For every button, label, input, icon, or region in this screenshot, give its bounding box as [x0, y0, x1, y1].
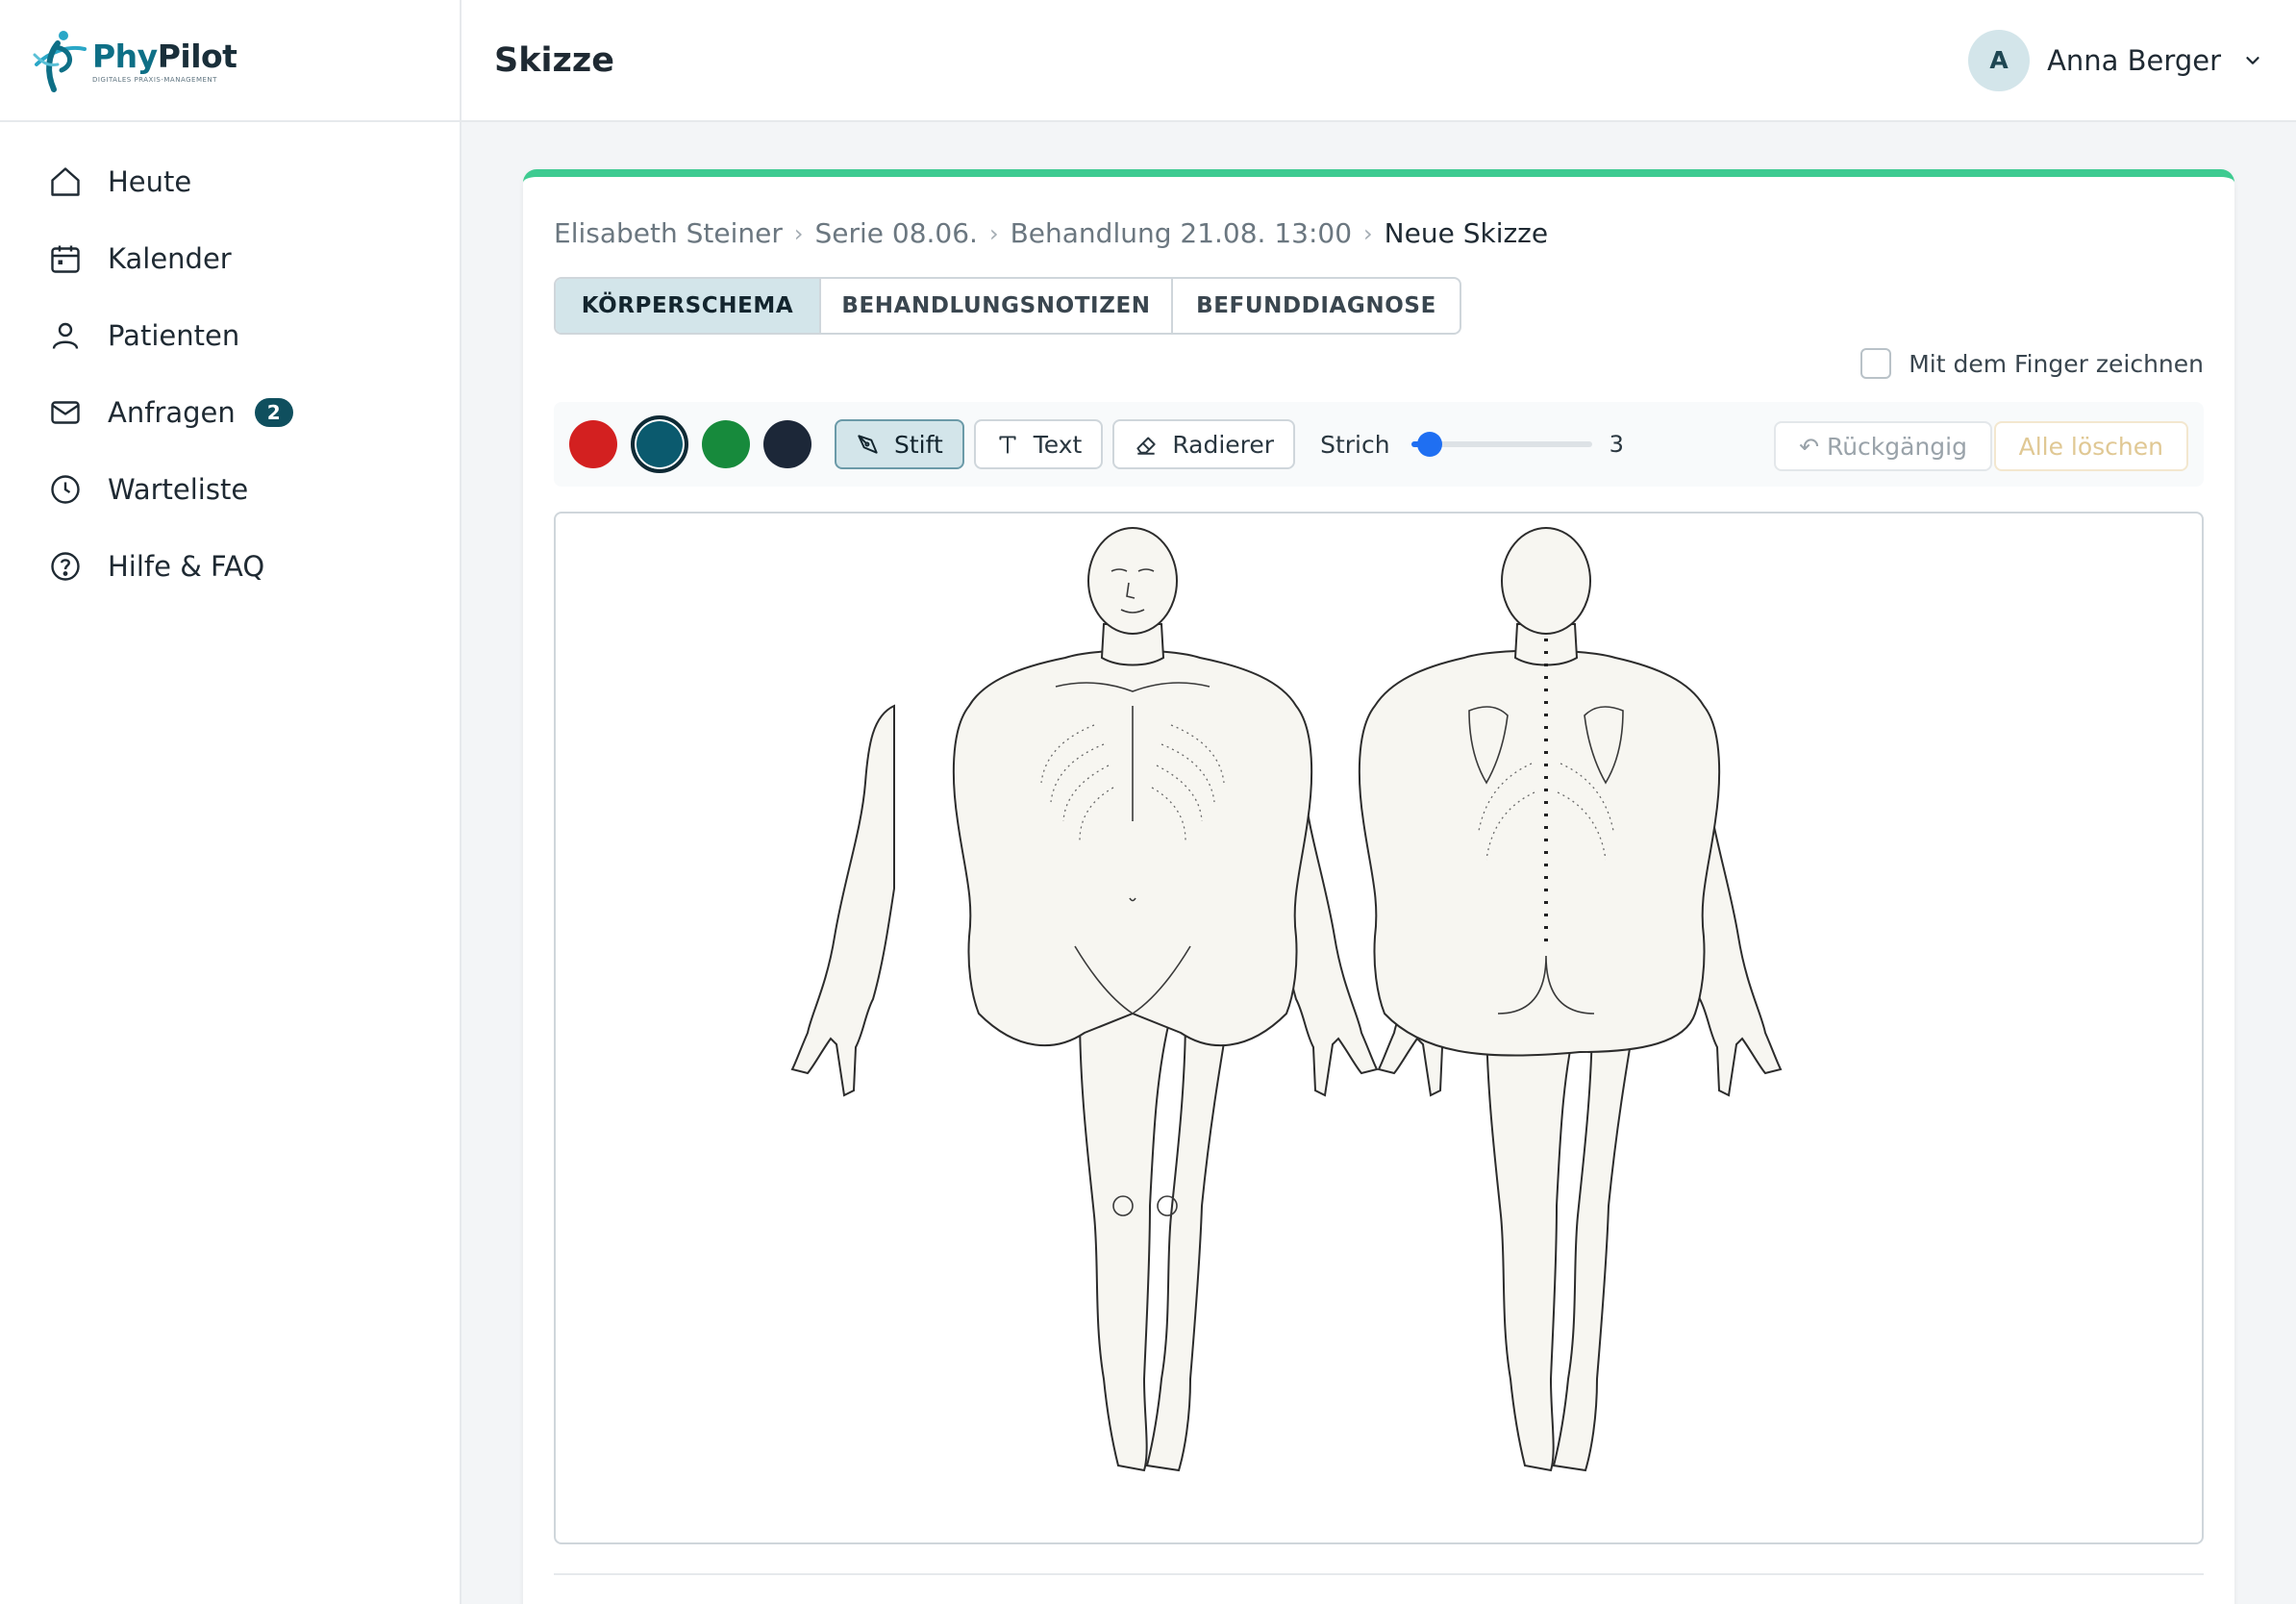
eraser-icon — [1136, 437, 1156, 455]
tab-behandlungsnotizen[interactable]: BEHANDLUNGSNOTIZEN — [821, 279, 1173, 333]
drawing-toolbar: Stift Text Radierer Strich 3 ↶ Rückgängi… — [554, 402, 2204, 487]
sidebar-item-warteliste[interactable]: Warteliste — [0, 451, 460, 528]
brand-tagline: DIGITALES PRAXIS-MANAGEMENT — [92, 75, 217, 84]
mail-icon — [46, 393, 85, 432]
pen-tool-button[interactable]: Stift — [835, 419, 964, 469]
sidebar-item-label: Anfragen — [108, 396, 236, 429]
breadcrumb-separator: › — [1363, 219, 1373, 247]
card-divider — [554, 1573, 2204, 1575]
sidebar-item-label: Patienten — [108, 319, 240, 352]
top-bar: Skizze A Anna Berger — [462, 0, 2296, 122]
unread-count-badge: 2 — [254, 398, 293, 427]
finger-draw-toggle[interactable]: Mit dem Finger zeichnen — [1860, 348, 2204, 379]
sidebar-item-kalender[interactable]: Kalender — [0, 220, 460, 297]
breadcrumb-separator: › — [988, 219, 999, 247]
logo-icon — [33, 30, 87, 92]
brand-name: PhyPilot — [92, 37, 237, 75]
home-icon — [46, 163, 85, 201]
calendar-icon — [46, 239, 85, 278]
page-title: Skizze — [494, 40, 614, 80]
breadcrumb-patient[interactable]: Elisabeth Steiner — [554, 217, 783, 249]
tab-koerperschema[interactable]: KÖRPERSCHEMA — [556, 279, 821, 333]
text-tool-button[interactable]: Text — [973, 419, 1104, 469]
color-swatch-red[interactable] — [569, 420, 617, 468]
breadcrumb: Elisabeth Steiner › Serie 08.06. › Behan… — [554, 217, 1548, 249]
user-menu[interactable]: A Anna Berger — [1968, 29, 2263, 91]
text-tool-label: Text — [1033, 430, 1083, 459]
finger-draw-checkbox[interactable] — [1860, 348, 1892, 379]
breadcrumb-series[interactable]: Serie 08.06. — [814, 217, 977, 249]
sidebar-item-label: Warteliste — [108, 473, 249, 506]
sketch-tabs: KÖRPERSCHEMA BEHANDLUNGSNOTIZEN BEFUNDDI… — [554, 277, 1461, 335]
sidebar-item-heute[interactable]: Heute — [0, 143, 460, 220]
breadcrumb-treatment[interactable]: Behandlung 21.08. 13:00 — [1011, 217, 1352, 249]
breadcrumb-separator: › — [793, 219, 804, 247]
body-chart: .skin { fill: #f7f6f1; stroke: #2c2c2c; … — [790, 527, 1783, 1472]
avatar: A — [1968, 29, 2031, 91]
eraser-tool-button[interactable]: Radierer — [1112, 419, 1296, 469]
stroke-label: Strich — [1320, 430, 1390, 459]
finger-draw-label: Mit dem Finger zeichnen — [1909, 349, 2204, 378]
tab-befunddiagnose[interactable]: BEFUNDDIAGNOSE — [1173, 279, 1460, 333]
clock-icon — [46, 470, 85, 509]
sidebar-item-label: Hilfe & FAQ — [108, 550, 265, 583]
pen-icon — [858, 435, 878, 454]
text-icon — [999, 436, 1016, 454]
back-body-figure — [1358, 527, 1783, 1472]
stroke-value: 3 — [1609, 431, 1624, 458]
clear-all-button[interactable]: Alle löschen — [1993, 421, 2188, 471]
user-name: Anna Berger — [2047, 43, 2221, 77]
sidebar-item-patienten[interactable]: Patienten — [0, 297, 460, 374]
front-body-figure — [790, 527, 1379, 1472]
sidebar-item-anfragen[interactable]: Anfragen 2 — [0, 374, 460, 451]
drawing-canvas[interactable]: .skin { fill: #f7f6f1; stroke: #2c2c2c; … — [554, 512, 2204, 1544]
logo[interactable]: PhyPilot DIGITALES PRAXIS-MANAGEMENT — [0, 0, 460, 122]
sidebar-item-label: Heute — [108, 165, 192, 198]
slider-handle[interactable] — [1417, 432, 1443, 457]
chevron-down-icon — [2246, 56, 2259, 64]
sidebar-item-label: Kalender — [108, 242, 232, 275]
color-swatch-green[interactable] — [702, 420, 750, 468]
sidebar-item-hilfe[interactable]: Hilfe & FAQ — [0, 528, 460, 605]
user-icon — [46, 316, 85, 355]
sketch-card: Elisabeth Steiner › Serie 08.06. › Behan… — [523, 169, 2234, 1604]
help-icon — [46, 547, 85, 586]
sidebar-nav: Heute Kalender Patienten Anfragen 2 Wart… — [0, 122, 460, 605]
undo-button[interactable]: ↶ Rückgängig — [1774, 421, 1992, 471]
breadcrumb-current: Neue Skizze — [1384, 217, 1549, 249]
pen-tool-label: Stift — [894, 430, 943, 459]
eraser-tool-label: Radierer — [1172, 430, 1275, 459]
sidebar: PhyPilot DIGITALES PRAXIS-MANAGEMENT Heu… — [0, 0, 462, 1604]
color-swatch-navy[interactable] — [763, 420, 811, 468]
color-swatch-teal[interactable] — [631, 415, 688, 473]
stroke-width-slider[interactable] — [1410, 430, 1592, 459]
